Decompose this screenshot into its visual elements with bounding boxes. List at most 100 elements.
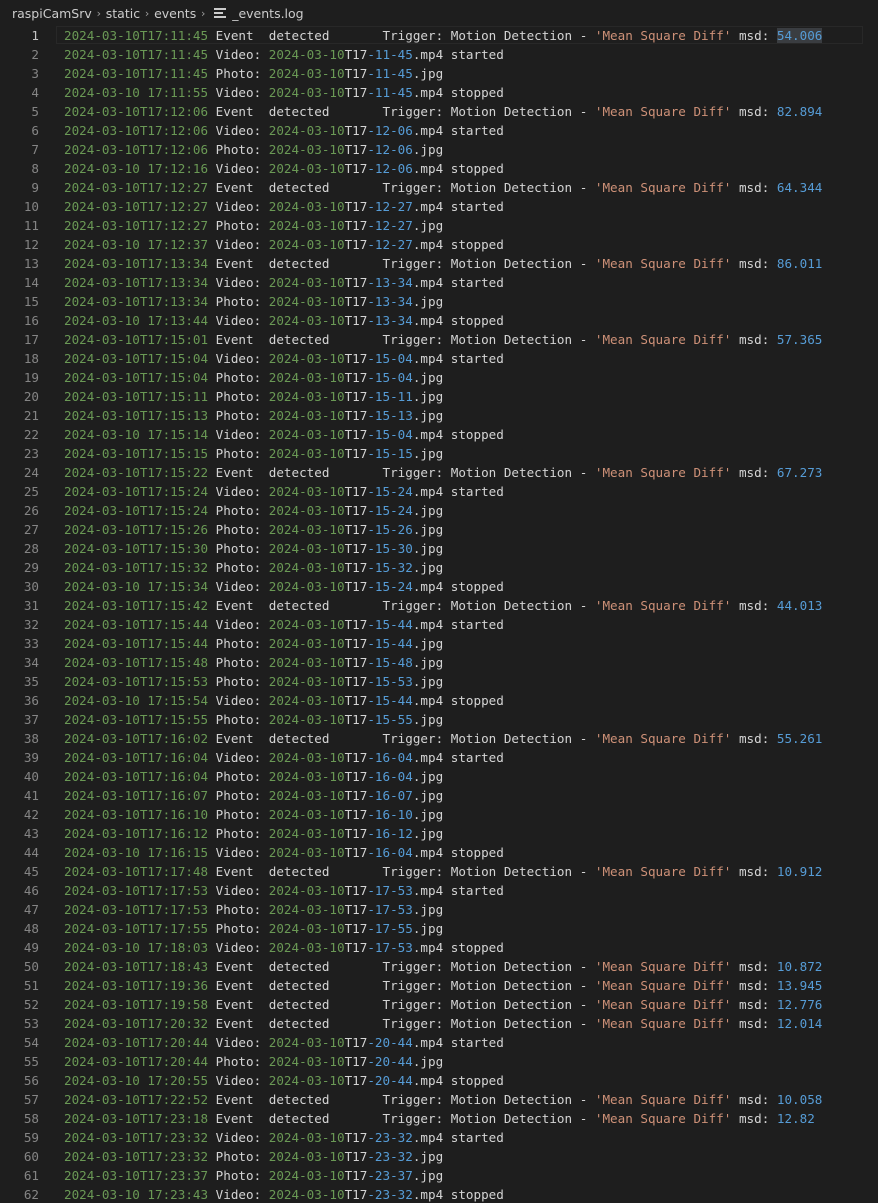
filename-minsec: -17-53 <box>367 902 413 917</box>
filename-hour: T17 <box>344 788 368 803</box>
video-status: stopped <box>450 1073 504 1088</box>
photo-label: Photo: <box>215 1149 262 1164</box>
filename-minsec: -23-32 <box>367 1187 413 1202</box>
video-label: Video: <box>215 47 262 62</box>
msd-label: msd: <box>738 332 770 347</box>
log-timestamp: 2024-03-10T17:12:27 <box>64 180 209 195</box>
video-label: Video: <box>215 845 262 860</box>
log-timestamp: 2024-03-10 17:15:14 <box>64 427 209 442</box>
line-number: 38 <box>23 731 39 746</box>
log-timestamp: 2024-03-10 17:23:43 <box>64 1187 209 1202</box>
breadcrumb-item-static[interactable]: static <box>106 6 140 21</box>
log-line: 44 2024-03-10 17:16:15 Video: 2024-03-10T… <box>0 843 878 862</box>
filename-date: 2024-03-10 <box>268 902 345 917</box>
file-extension: .jpg <box>412 655 444 670</box>
line-number: 55 <box>23 1054 39 1069</box>
line-number: 32 <box>23 617 39 632</box>
filename-hour: T17 <box>344 370 368 385</box>
event-label: Event <box>215 997 254 1012</box>
line-number: 41 <box>23 788 39 803</box>
log-line: 41 2024-03-10T17:16:07 Photo: 2024-03-10T… <box>0 786 878 805</box>
file-extension: .jpg <box>412 218 444 233</box>
line-number: 60 <box>23 1149 39 1164</box>
file-extension: .jpg <box>412 1054 444 1069</box>
line-content: 2024-03-10T17:15:53 Photo: 2024-03-10T17… <box>39 672 443 691</box>
filename-hour: T17 <box>344 1035 368 1050</box>
file-extension: .jpg <box>412 902 444 917</box>
log-line: 11 2024-03-10T17:12:27 Photo: 2024-03-10T… <box>0 216 878 235</box>
log-timestamp: 2024-03-10T17:23:32 <box>64 1130 209 1145</box>
photo-label: Photo: <box>215 389 262 404</box>
filename-date: 2024-03-10 <box>268 389 345 404</box>
video-label: Video: <box>215 199 262 214</box>
filename-date: 2024-03-10 <box>268 1035 345 1050</box>
filename-date: 2024-03-10 <box>268 370 345 385</box>
log-timestamp: 2024-03-10T17:15:44 <box>64 636 209 651</box>
line-content: 2024-03-10 17:11:55 Video: 2024-03-10T17… <box>39 83 504 102</box>
video-status: stopped <box>450 85 504 100</box>
event-label: Event <box>215 104 254 119</box>
dash: - <box>579 864 588 879</box>
filename-minsec: -12-27 <box>367 199 413 214</box>
filename-hour: T17 <box>344 522 368 537</box>
filename-date: 2024-03-10 <box>268 940 345 955</box>
filename-date: 2024-03-10 <box>268 845 345 860</box>
filename-date: 2024-03-10 <box>268 617 345 632</box>
line-number: 49 <box>23 940 39 955</box>
method-string: 'Mean Square Diff' <box>594 1092 732 1107</box>
breadcrumb-file[interactable]: _events.log <box>232 6 303 21</box>
event-label: Event <box>215 978 254 993</box>
filename-minsec: -16-04 <box>367 750 413 765</box>
filename-date: 2024-03-10 <box>268 142 345 157</box>
video-label: Video: <box>215 275 262 290</box>
log-line: 50 2024-03-10T17:18:43 Event detected Tri… <box>0 957 878 976</box>
file-extension: .jpg <box>412 541 444 556</box>
video-status: started <box>450 1035 504 1050</box>
file-extension: .jpg <box>412 807 444 822</box>
msd-value: 12.82 <box>776 1111 815 1126</box>
photo-label: Photo: <box>215 1168 262 1183</box>
file-extension: .mp4 <box>412 1130 444 1145</box>
log-line: 23 2024-03-10T17:15:15 Photo: 2024-03-10T… <box>0 444 878 463</box>
line-content: 2024-03-10T17:20:32 Event detected Trigg… <box>39 1014 822 1033</box>
video-label: Video: <box>215 85 262 100</box>
log-line: 62 2024-03-10 17:23:43 Video: 2024-03-10T… <box>0 1185 878 1203</box>
line-number: 44 <box>23 845 39 860</box>
event-detected: detected <box>268 332 330 347</box>
code-editor[interactable]: 1 2024-03-10T17:11:45 Event detected Trig… <box>0 26 878 1203</box>
file-lines-icon <box>214 8 227 18</box>
file-extension: .jpg <box>412 1168 444 1183</box>
video-status: started <box>450 617 504 632</box>
log-timestamp: 2024-03-10T17:23:18 <box>64 1111 209 1126</box>
filename-hour: T17 <box>344 351 368 366</box>
photo-label: Photo: <box>215 294 262 309</box>
filename-minsec: -16-04 <box>367 845 413 860</box>
line-content: 2024-03-10T17:15:13 Photo: 2024-03-10T17… <box>39 406 443 425</box>
breadcrumb-item-raspicamsrv[interactable]: raspiCamSrv <box>12 6 92 21</box>
line-number: 22 <box>23 427 39 442</box>
filename-hour: T17 <box>344 294 368 309</box>
log-line: 48 2024-03-10T17:17:55 Photo: 2024-03-10T… <box>0 919 878 938</box>
breadcrumb-item-events[interactable]: events <box>154 6 196 21</box>
line-content: 2024-03-10T17:15:04 Video: 2024-03-10T17… <box>39 349 504 368</box>
filename-minsec: -15-24 <box>367 579 413 594</box>
filename-date: 2024-03-10 <box>268 655 345 670</box>
filename-hour: T17 <box>344 313 368 328</box>
line-content: 2024-03-10T17:17:53 Photo: 2024-03-10T17… <box>39 900 443 919</box>
log-timestamp: 2024-03-10T17:20:44 <box>64 1054 209 1069</box>
filename-date: 2024-03-10 <box>268 826 345 841</box>
log-timestamp: 2024-03-10 17:12:37 <box>64 237 209 252</box>
photo-label: Photo: <box>215 503 262 518</box>
filename-date: 2024-03-10 <box>268 408 345 423</box>
method-string: 'Mean Square Diff' <box>594 959 732 974</box>
video-status: started <box>450 750 504 765</box>
line-number: 47 <box>23 902 39 917</box>
filename-minsec: -13-34 <box>367 313 413 328</box>
line-number: 2 <box>31 47 39 62</box>
trigger-value: Motion Detection <box>450 959 573 974</box>
video-status: started <box>450 199 504 214</box>
line-number: 12 <box>23 237 39 252</box>
method-string: 'Mean Square Diff' <box>594 978 732 993</box>
line-number: 39 <box>23 750 39 765</box>
log-line: 15 2024-03-10T17:13:34 Photo: 2024-03-10T… <box>0 292 878 311</box>
